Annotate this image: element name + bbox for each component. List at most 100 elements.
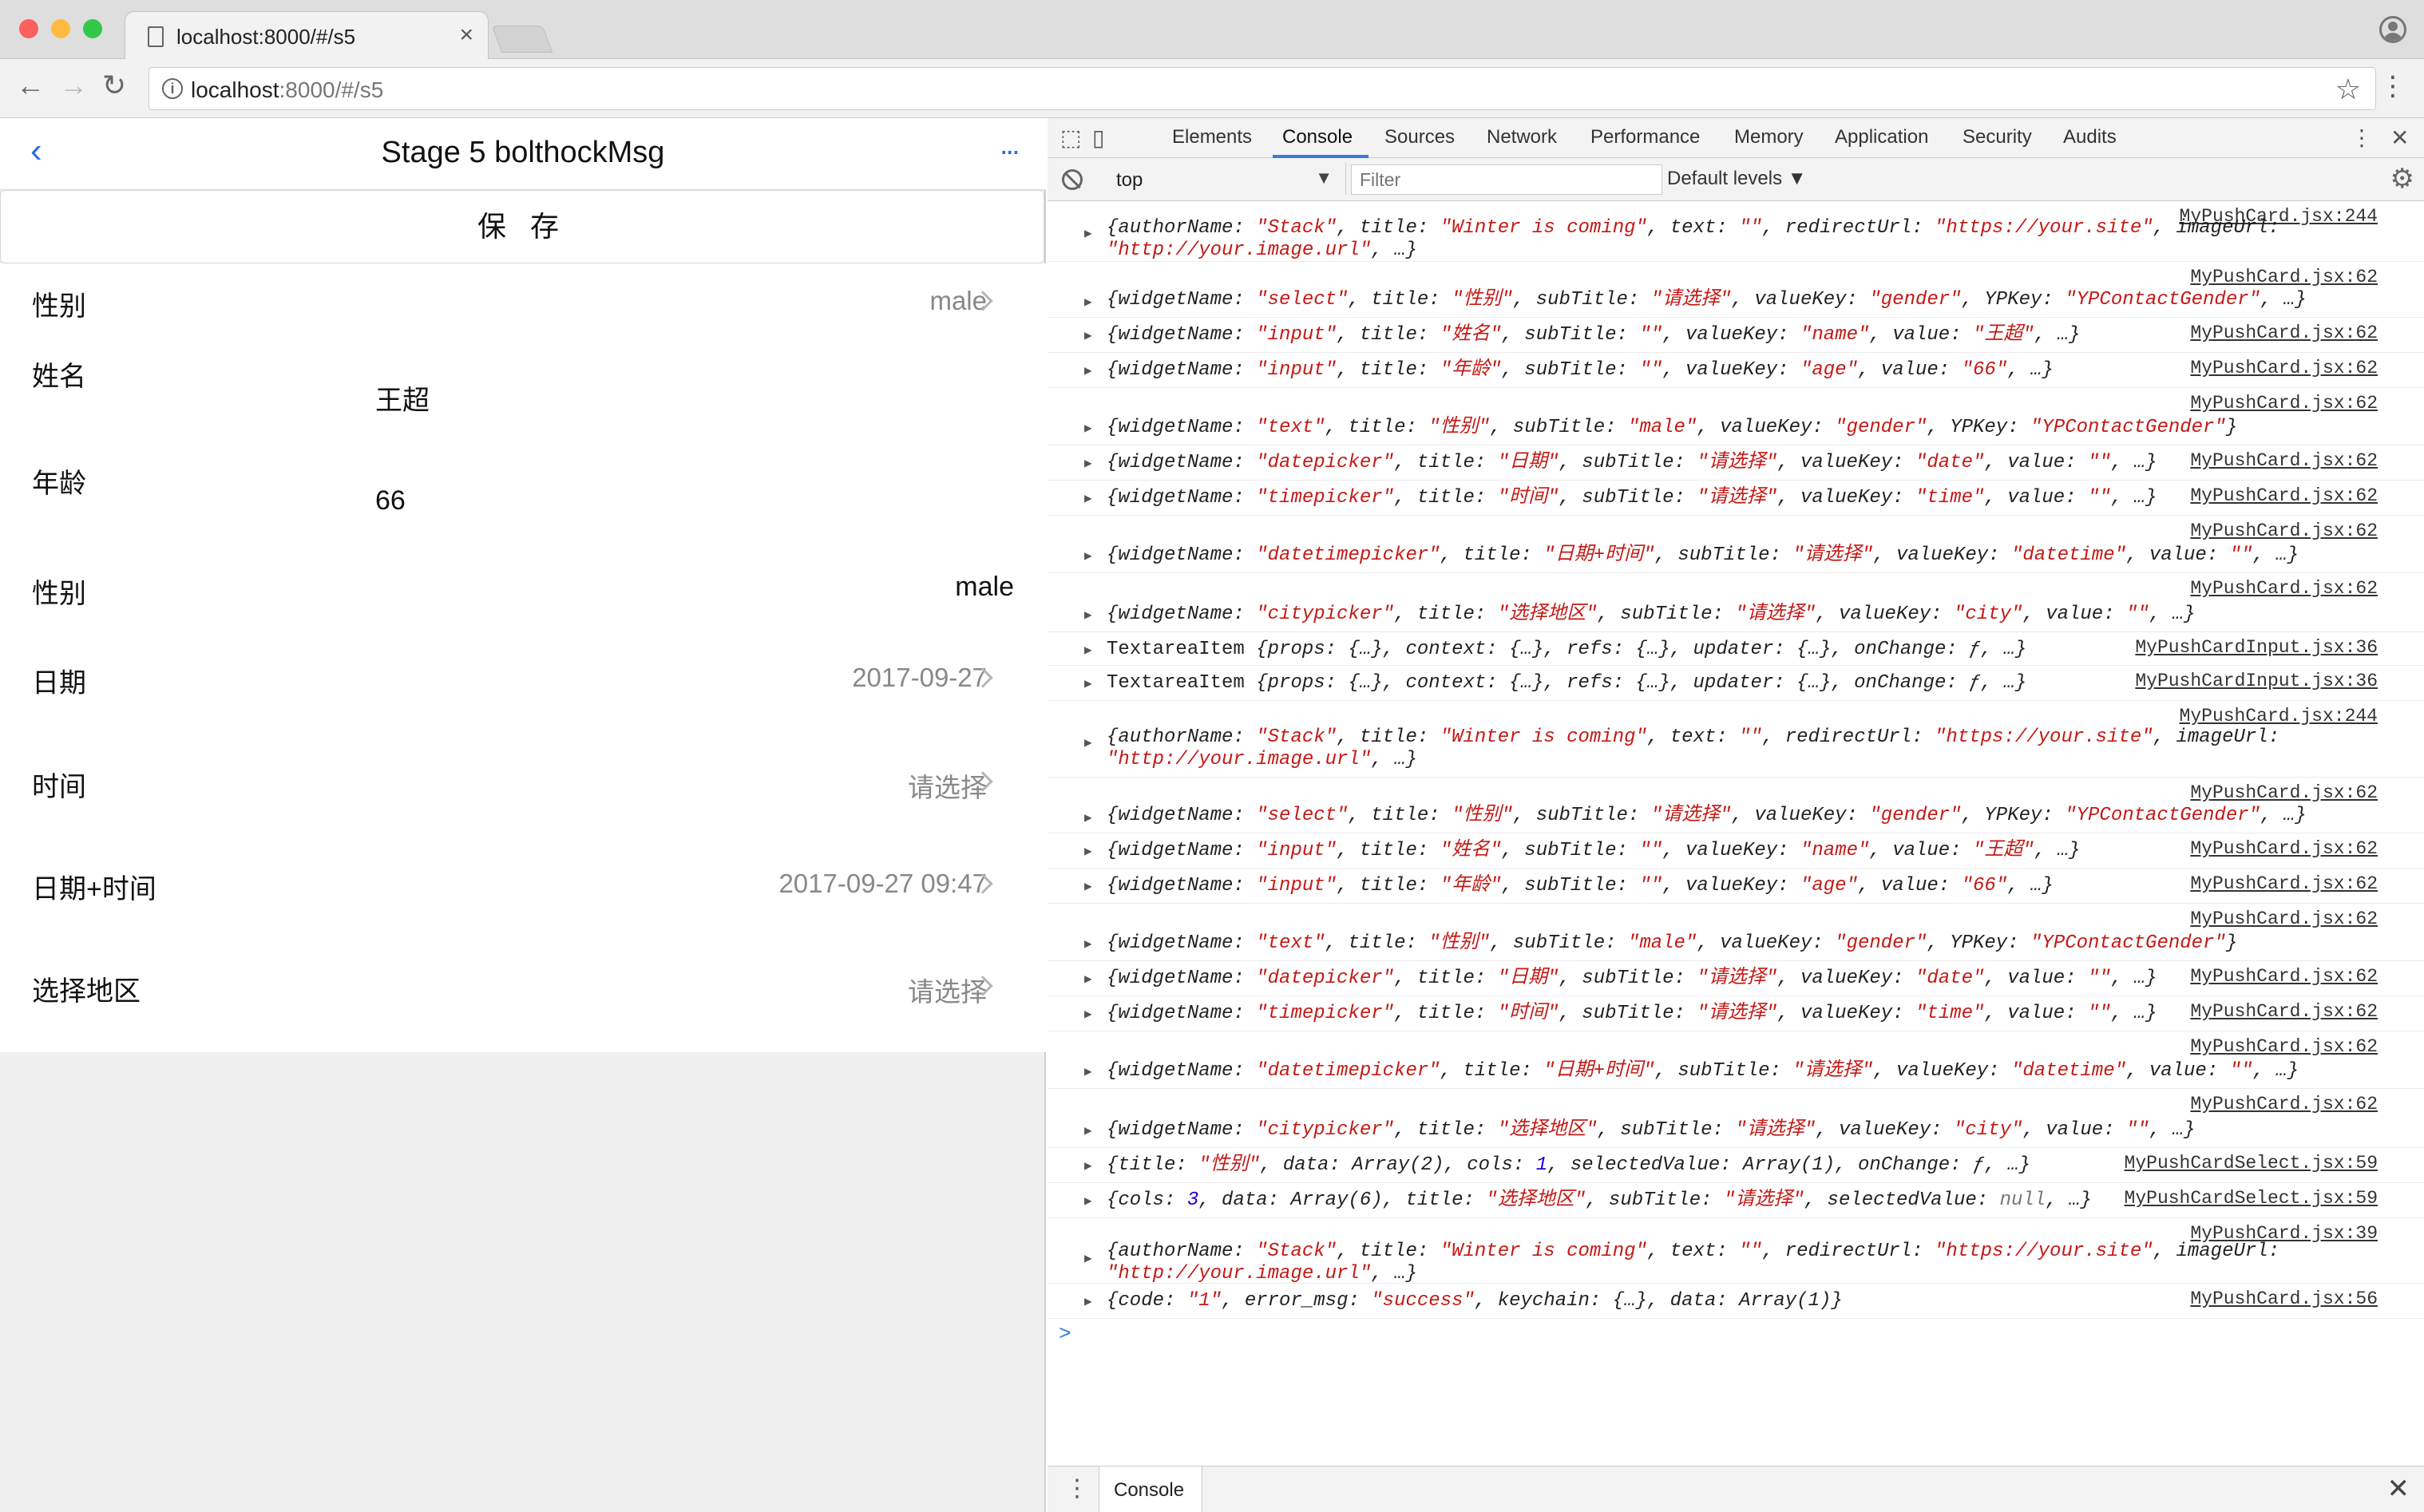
console-message[interactable]: MyPushCard.jsx:62 ▶ {widgetName: "text",… — [1048, 388, 2424, 445]
reload-icon[interactable]: ↻ — [102, 69, 126, 102]
log-levels-dropdown[interactable]: Default levels ▼ — [1667, 168, 1807, 190]
tab-memory[interactable]: Memory — [1734, 126, 1804, 148]
drawer-menu-icon[interactable]: ⋮ — [1065, 1474, 1089, 1502]
console-message[interactable]: MyPushCard.jsx:62 ▶ {widgetName: "timepi… — [1048, 996, 2424, 1031]
expand-triangle-icon[interactable]: ▶ — [1084, 1293, 1092, 1309]
more-icon[interactable]: ... — [1000, 128, 1020, 162]
expand-triangle-icon[interactable]: ▶ — [1084, 362, 1092, 378]
message-source-link[interactable]: MyPushCard.jsx:62 — [2190, 323, 2378, 343]
message-source-link[interactable]: MyPushCardSelect.jsx:59 — [2125, 1153, 2378, 1174]
console-message[interactable]: MyPushCardInput.jsx:36 ▶ TextareaItem {p… — [1048, 666, 2424, 701]
bookmark-star-icon[interactable]: ☆ — [2335, 73, 2361, 106]
console-message[interactable]: MyPushCard.jsx:62 ▶ {widgetName: "input"… — [1048, 353, 2424, 388]
console-message[interactable]: MyPushCard.jsx:62 ▶ {widgetName: "citypi… — [1048, 1089, 2424, 1148]
maximize-window-button[interactable] — [83, 19, 102, 38]
message-source-link[interactable]: MyPushCard.jsx:62 — [2190, 358, 2378, 378]
tab-security[interactable]: Security — [1963, 126, 2032, 148]
expand-triangle-icon[interactable]: ▶ — [1084, 675, 1092, 691]
expand-triangle-icon[interactable]: ▶ — [1084, 1193, 1092, 1209]
browser-menu-icon[interactable]: ⋮ — [2379, 70, 2406, 102]
message-source-link[interactable]: MyPushCard.jsx:62 — [2190, 1094, 2378, 1114]
row-gender-select[interactable]: 性别 male — [0, 263, 1046, 337]
tab-sources[interactable]: Sources — [1384, 126, 1455, 148]
url-text[interactable]: localhost:8000/#/s5 — [191, 77, 383, 103]
console-message[interactable]: MyPushCard.jsx:62 ▶ {widgetName: "dateti… — [1048, 516, 2424, 573]
close-window-button[interactable] — [19, 19, 38, 38]
console-message[interactable]: MyPushCard.jsx:62 ▶ {widgetName: "select… — [1048, 778, 2424, 833]
close-devtools-icon[interactable]: ✕ — [2390, 125, 2409, 151]
console-message[interactable]: MyPushCardSelect.jsx:59 ▶ {cols: 3, data… — [1048, 1183, 2424, 1218]
message-source-link[interactable]: MyPushCard.jsx:62 — [2190, 393, 2378, 414]
message-source-link[interactable]: MyPushCard.jsx:62 — [2190, 1036, 2378, 1057]
tab-close-icon[interactable]: × — [459, 22, 473, 49]
console-message[interactable]: MyPushCard.jsx:62 ▶ {widgetName: "datepi… — [1048, 961, 2424, 996]
message-source-link[interactable]: MyPushCard.jsx:62 — [2190, 908, 2378, 929]
message-source-link[interactable]: MyPushCard.jsx:244 — [2180, 706, 2378, 726]
new-tab-button[interactable] — [491, 26, 553, 53]
filter-input[interactable] — [1352, 165, 1662, 194]
tab-network[interactable]: Network — [1487, 126, 1557, 148]
forward-arrow-icon[interactable]: → — [59, 69, 88, 102]
expand-triangle-icon[interactable]: ▶ — [1084, 971, 1092, 987]
message-source-link[interactable]: MyPushCard.jsx:62 — [2190, 485, 2378, 506]
console-message[interactable]: MyPushCard.jsx:244 ▶ {authorName: "Stack… — [1048, 701, 2424, 778]
console-message[interactable]: MyPushCard.jsx:62 ▶ {widgetName: "input"… — [1048, 869, 2424, 904]
address-bar[interactable]: i localhost:8000/#/s5 ☆ — [149, 67, 2376, 110]
console-message[interactable]: MyPushCard.jsx:62 ▶ {widgetName: "timepi… — [1048, 481, 2424, 516]
devtools-menu-icon[interactable]: ⋮ — [2351, 125, 2373, 151]
console-message[interactable]: MyPushCard.jsx:62 ▶ {widgetName: "datepi… — [1048, 445, 2424, 481]
back-arrow-icon[interactable]: ← — [16, 69, 45, 102]
expand-triangle-icon[interactable]: ▶ — [1084, 225, 1092, 241]
console-message[interactable]: MyPushCard.jsx:62 ▶ {widgetName: "dateti… — [1048, 1031, 2424, 1089]
message-source-link[interactable]: MyPushCardInput.jsx:36 — [2135, 671, 2378, 691]
message-source-link[interactable]: MyPushCard.jsx:56 — [2190, 1288, 2378, 1309]
row-date-picker[interactable]: 日期 2017-09-27 — [0, 626, 1046, 730]
expand-triangle-icon[interactable]: ▶ — [1084, 843, 1092, 859]
console-message[interactable]: MyPushCardInput.jsx:36 ▶ TextareaItem {p… — [1048, 632, 2424, 666]
row-datetime-picker[interactable]: 日期+时间 2017-09-27 09:47 — [0, 832, 1046, 934]
message-source-link[interactable]: MyPushCard.jsx:62 — [2190, 520, 2378, 541]
expand-triangle-icon[interactable]: ▶ — [1084, 1122, 1092, 1138]
console-message[interactable]: MyPushCard.jsx:62 ▶ {widgetName: "input"… — [1048, 318, 2424, 353]
expand-triangle-icon[interactable]: ▶ — [1084, 294, 1092, 310]
browser-tab[interactable]: localhost:8000/#/s5 × — [125, 11, 489, 61]
console-prompt[interactable]: > — [1059, 1322, 1071, 1346]
tab-console[interactable]: Console — [1282, 126, 1353, 148]
device-toolbar-icon[interactable]: ▯ — [1092, 125, 1104, 151]
expand-triangle-icon[interactable]: ▶ — [1084, 1250, 1092, 1266]
row-time-picker[interactable]: 时间 请选择 — [0, 730, 1046, 832]
row-city-picker[interactable]: 选择地区 请选择 — [0, 934, 1046, 1052]
message-source-link[interactable]: MyPushCardInput.jsx:36 — [2135, 637, 2378, 658]
expand-triangle-icon[interactable]: ▶ — [1084, 1006, 1092, 1022]
message-source-link[interactable]: MyPushCard.jsx:62 — [2190, 267, 2378, 287]
name-input[interactable]: 王超 — [375, 378, 430, 418]
expand-triangle-icon[interactable]: ▶ — [1084, 455, 1092, 471]
expand-triangle-icon[interactable]: ▶ — [1084, 548, 1092, 564]
expand-triangle-icon[interactable]: ▶ — [1084, 642, 1092, 658]
close-drawer-icon[interactable]: ✕ — [2387, 1473, 2410, 1505]
inspect-element-icon[interactable]: ⬚ — [1060, 125, 1081, 151]
console-message[interactable]: MyPushCard.jsx:62 ▶ {widgetName: "input"… — [1048, 833, 2424, 869]
expand-triangle-icon[interactable]: ▶ — [1084, 809, 1092, 825]
console-message[interactable]: MyPushCard.jsx:62 ▶ {widgetName: "text",… — [1048, 904, 2424, 961]
drawer-tab-console[interactable]: Console — [1099, 1466, 1202, 1512]
expand-triangle-icon[interactable]: ▶ — [1084, 1158, 1092, 1174]
message-source-link[interactable]: MyPushCard.jsx:62 — [2190, 450, 2378, 471]
tab-performance[interactable]: Performance — [1590, 126, 1700, 148]
clear-console-icon[interactable] — [1062, 169, 1083, 190]
gear-icon[interactable]: ⚙ — [2390, 163, 2414, 195]
console-message[interactable]: MyPushCardSelect.jsx:59 ▶ {title: "性别", … — [1048, 1148, 2424, 1183]
expand-triangle-icon[interactable]: ▶ — [1084, 607, 1092, 623]
save-button[interactable]: 保 存 — [0, 190, 1044, 263]
filter-field[interactable] — [1351, 164, 1662, 195]
message-source-link[interactable]: MyPushCard.jsx:62 — [2190, 1001, 2378, 1022]
console-message[interactable]: MyPushCard.jsx:39 ▶ {authorName: "Stack"… — [1048, 1218, 2424, 1284]
console-message[interactable]: MyPushCard.jsx:62 ▶ {widgetName: "citypi… — [1048, 573, 2424, 632]
expand-triangle-icon[interactable]: ▶ — [1084, 878, 1092, 894]
message-source-link[interactable]: MyPushCard.jsx:62 — [2190, 873, 2378, 894]
profile-icon[interactable] — [2379, 16, 2406, 43]
tab-application[interactable]: Application — [1835, 126, 1928, 148]
message-source-link[interactable]: MyPushCard.jsx:62 — [2190, 966, 2378, 987]
expand-triangle-icon[interactable]: ▶ — [1084, 327, 1092, 343]
message-source-link[interactable]: MyPushCardSelect.jsx:59 — [2125, 1188, 2378, 1209]
